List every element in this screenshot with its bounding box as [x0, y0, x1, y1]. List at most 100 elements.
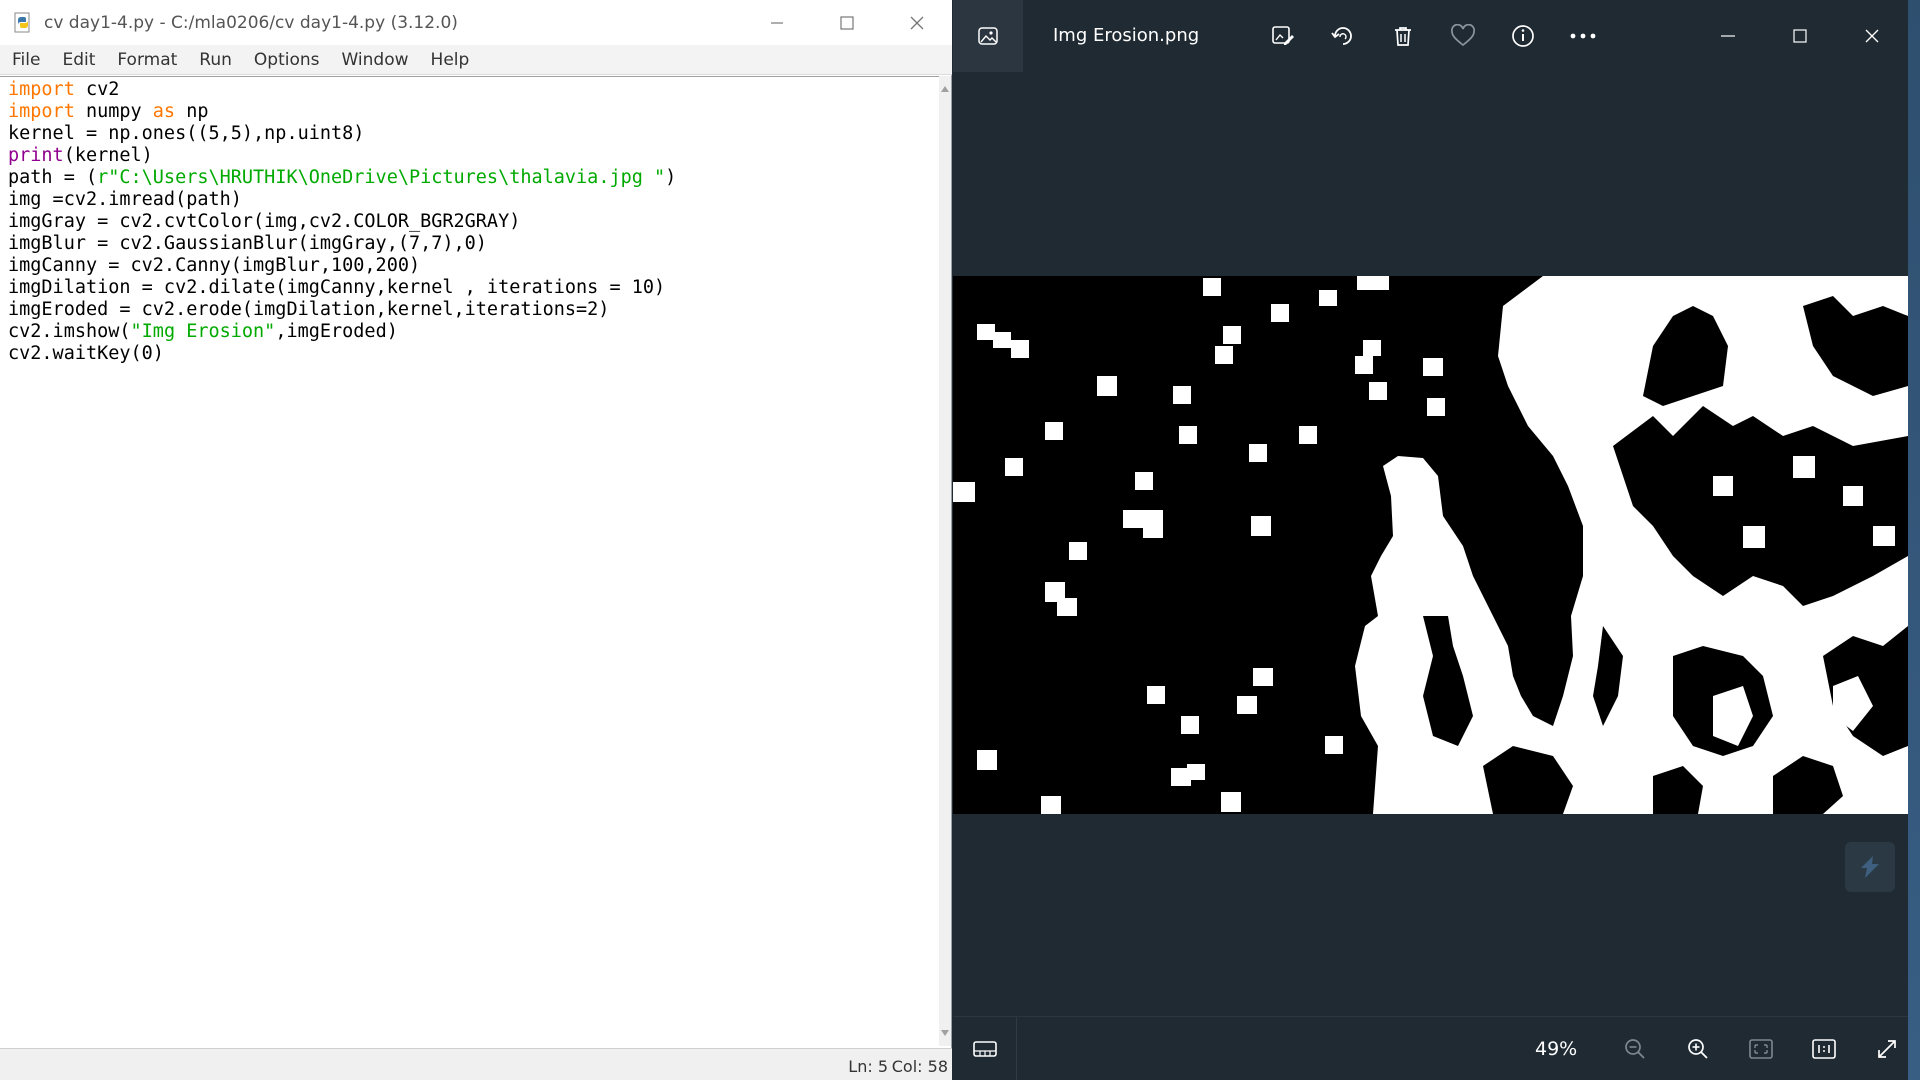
menu-options[interactable]: Options [243, 50, 331, 70]
maximize-icon [1793, 29, 1807, 43]
menu-window[interactable]: Window [331, 50, 420, 70]
viewer-close-button[interactable] [1836, 0, 1908, 72]
code-line[interactable]: cv2.waitKey(0) [8, 343, 940, 365]
filmstrip-button[interactable] [953, 1017, 1017, 1080]
zoom-out-icon [1624, 1039, 1645, 1059]
code-token: imgEroded = cv2.erode(imgDilation,kernel… [8, 299, 610, 320]
photos-viewer-window: Img Erosion.png 49% [953, 0, 1908, 1080]
idle-editor-window: cv day1-4.py - C:/mla0206/cv day1-4.py (… [0, 0, 952, 1080]
info-button[interactable] [1493, 18, 1553, 54]
code-token: path = ( [8, 167, 98, 188]
viewer-top-bar: Img Erosion.png [953, 0, 1908, 72]
delete-icon [1395, 27, 1411, 46]
code-line[interactable]: imgCanny = cv2.Canny(imgBlur,100,200) [8, 255, 940, 277]
favorite-button[interactable] [1433, 18, 1493, 54]
zoom-in-button[interactable] [1666, 1031, 1729, 1067]
menu-edit[interactable]: Edit [51, 50, 106, 70]
idle-title-bar: cv day1-4.py - C:/mla0206/cv day1-4.py (… [0, 0, 952, 45]
viewer-maximize-button[interactable] [1764, 0, 1836, 72]
delete-button[interactable] [1373, 18, 1433, 54]
code-token: ) [665, 167, 677, 188]
code-token: import [8, 79, 75, 100]
maximize-button[interactable] [812, 0, 882, 45]
vertical-scrollbar[interactable] [939, 76, 951, 1046]
code-token: r"C:\Users\HRUTHIK\OneDrive\Pictures\tha… [97, 167, 666, 188]
edit-image-button[interactable] [1253, 18, 1313, 54]
fit-window-icon [1748, 1039, 1773, 1059]
menu-format[interactable]: Format [106, 50, 188, 70]
more-icon [1570, 33, 1596, 39]
menu-help[interactable]: Help [420, 50, 481, 70]
code-token: kernel = np.ones((5,5),np.uint8) [8, 123, 365, 144]
favorite-icon [1451, 24, 1475, 47]
viewer-bottom-bar: 49% [953, 1016, 1908, 1080]
code-line[interactable]: cv2.imshow("Img Erosion",imgEroded) [8, 321, 940, 343]
eroded-image-canvas[interactable] [953, 276, 1908, 814]
code-token: imgDilation = cv2.dilate(imgCanny,kernel… [8, 277, 666, 298]
close-icon [1865, 29, 1879, 43]
code-token: as [152, 101, 176, 122]
code-token: imgGray = cv2.cvtColor(img,cv2.COLOR_BGR… [8, 211, 521, 232]
rotate-icon [1331, 27, 1352, 45]
minimize-icon [771, 21, 783, 24]
gallery-icon [978, 27, 998, 45]
code-token: print [8, 145, 64, 166]
viewer-minimize-button[interactable] [1692, 0, 1764, 72]
code-line[interactable]: imgGray = cv2.cvtColor(img,cv2.COLOR_BGR… [8, 211, 940, 233]
code-token: numpy [74, 101, 153, 122]
side-app-badge[interactable] [1845, 842, 1895, 892]
code-token: img =cv2.imread(path) [8, 189, 242, 210]
window-title: cv day1-4.py - C:/mla0206/cv day1-4.py (… [44, 12, 458, 33]
viewer-toolbar [1253, 18, 1613, 54]
status-line: Ln: 5 [848, 1057, 888, 1076]
filmstrip-icon [972, 1041, 997, 1057]
zoom-out-button[interactable] [1603, 1031, 1666, 1067]
zoom-level: 49% [1535, 1038, 1578, 1060]
viewer-window-controls [1692, 0, 1908, 72]
rotate-button[interactable] [1313, 18, 1373, 54]
code-token: ,imgEroded) [275, 321, 398, 342]
code-text[interactable]: import cv2 import numpy as np kernel = np.… [0, 77, 940, 365]
menu-run[interactable]: Run [188, 50, 243, 70]
code-line[interactable]: imgEroded = cv2.erode(imgDilation,kernel… [8, 299, 940, 321]
code-line[interactable]: import cv2 [8, 79, 940, 101]
app-logo-icon [1861, 856, 1879, 878]
desktop-edge [1908, 0, 1920, 1080]
code-token: cv2 [74, 79, 120, 100]
close-button[interactable] [882, 0, 952, 45]
code-editor[interactable]: import cv2 import numpy as np kernel = np.… [0, 76, 940, 1046]
code-line[interactable]: kernel = np.ones((5,5),np.uint8) [8, 123, 940, 145]
minimize-icon [1721, 35, 1735, 37]
code-line[interactable]: imgDilation = cv2.dilate(imgCanny,kernel… [8, 277, 940, 299]
image-title: Img Erosion.png [1053, 25, 1200, 46]
code-line[interactable]: import numpy as np [8, 101, 940, 123]
idle-window-controls [742, 0, 952, 45]
info-icon [1512, 25, 1534, 47]
code-token: cv2.imshow( [8, 321, 131, 342]
code-token: np [175, 101, 209, 122]
menu-file[interactable]: File [0, 50, 51, 70]
zoom-in-icon [1687, 1039, 1708, 1059]
gallery-button[interactable] [953, 0, 1023, 72]
maximize-icon [840, 15, 854, 30]
close-icon [910, 16, 924, 29]
zoom-toolbar [1603, 1031, 1918, 1067]
scroll-down-arrow-icon[interactable] [941, 1030, 949, 1036]
code-line[interactable]: path = (r"C:\Users\HRUTHIK\OneDrive\Pict… [8, 167, 940, 189]
actual-size-button[interactable] [1792, 1031, 1855, 1067]
scroll-up-arrow-icon[interactable] [941, 86, 949, 92]
status-column: Col: 58 [891, 1057, 948, 1076]
code-token: (kernel) [63, 145, 153, 166]
status-bar: Ln: 5 Col: 58 [0, 1048, 952, 1080]
code-token: cv2.waitKey(0) [8, 343, 164, 364]
code-token: "Img Erosion" [130, 321, 276, 342]
minimize-button[interactable] [742, 0, 812, 45]
fullscreen-icon [1877, 1040, 1896, 1058]
python-file-icon [14, 12, 30, 32]
actual-size-icon [1811, 1039, 1836, 1059]
fit-window-button[interactable] [1729, 1031, 1792, 1067]
code-line[interactable]: imgBlur = cv2.GaussianBlur(imgGray,(7,7)… [8, 233, 940, 255]
more-options-button[interactable] [1553, 18, 1613, 54]
code-line[interactable]: print(kernel) [8, 145, 940, 167]
code-line[interactable]: img =cv2.imread(path) [8, 189, 940, 211]
